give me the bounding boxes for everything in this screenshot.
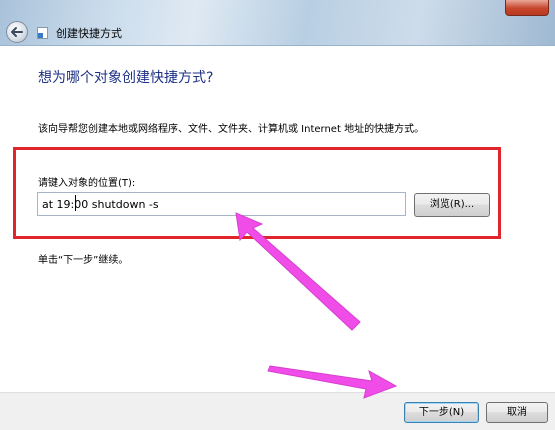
back-button[interactable]: [6, 21, 28, 43]
back-arrow-icon: [11, 27, 23, 37]
next-button[interactable]: 下一步(N): [404, 402, 479, 423]
close-button[interactable]: [505, 0, 549, 16]
continue-hint: 单击“下一步”继续。: [38, 255, 129, 266]
wizard-description: 该向导帮您创建本地或网络程序、文件、文件夹、计算机或 Internet 地址的快…: [38, 124, 425, 135]
cancel-button[interactable]: 取消: [486, 402, 548, 423]
shortcut-icon: [37, 27, 48, 39]
window-title: 创建快捷方式: [56, 27, 122, 40]
page-heading: 想为哪个对象创建快捷方式?: [38, 70, 214, 86]
highlight-box: [13, 147, 501, 239]
